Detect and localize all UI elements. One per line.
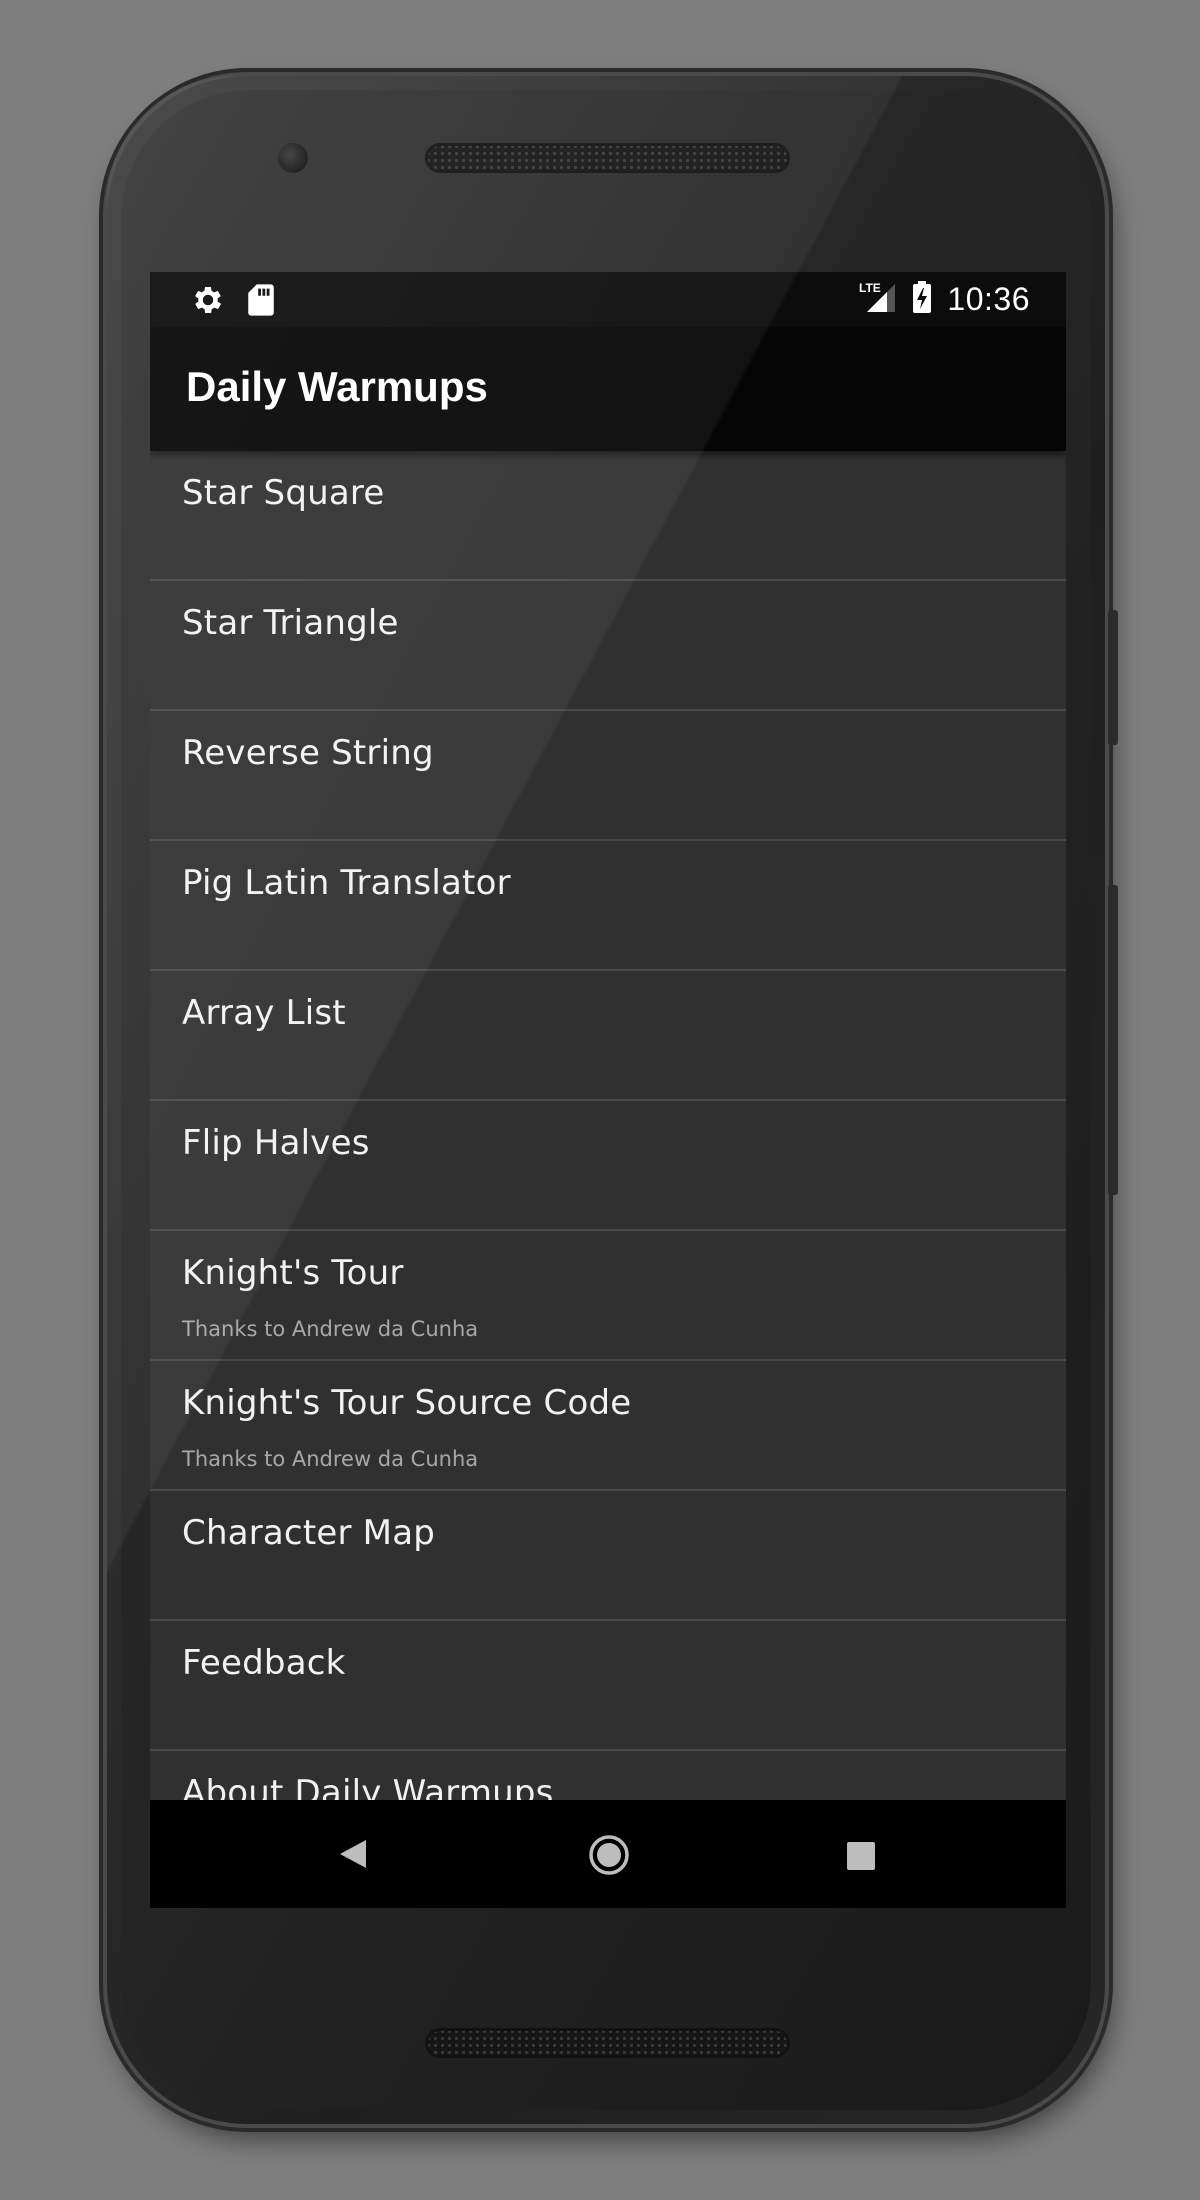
navigation-bar [150,1800,1066,1908]
list-item[interactable]: Star Triangle [150,581,1066,711]
list-item-title: Feedback [182,1643,346,1683]
list-item[interactable]: Array List [150,971,1066,1101]
list-item[interactable]: Star Square [150,451,1066,581]
list-item[interactable]: Reverse String [150,711,1066,841]
lte-signal-icon: LTE [857,280,897,318]
list-item-subtitle: Thanks to Andrew da Cunha [182,1447,479,1471]
status-bar: LTE 10:36 [150,272,1066,327]
screen: LTE 10:36 Daily Warmups Star Square Star [150,272,1066,1908]
list-item[interactable]: Knight's Tour Thanks to Andrew da Cunha [150,1231,1066,1361]
bottom-speaker-grille [425,2028,790,2058]
list-item[interactable]: Feedback [150,1621,1066,1751]
power-button [1108,610,1118,745]
list-item[interactable]: Pig Latin Translator [150,841,1066,971]
app-bar: Daily Warmups [150,327,1066,451]
list-item[interactable]: Flip Halves [150,1101,1066,1231]
back-icon[interactable] [338,1838,368,1874]
app-title: Daily Warmups [186,363,488,410]
sd-card-icon [246,283,276,321]
list-item-title: Star Triangle [182,603,399,643]
list-item-title: Knight's Tour [182,1253,404,1293]
list-item[interactable]: Knight's Tour Source Code Thanks to Andr… [150,1361,1066,1491]
svg-text:LTE: LTE [859,281,881,295]
list-item-title: Character Map [182,1513,436,1553]
warmups-list: Star Square Star Triangle Reverse String… [150,451,1066,1881]
home-icon[interactable] [588,1834,630,1880]
list-item-title: Reverse String [182,733,434,773]
list-item[interactable]: Character Map [150,1491,1066,1621]
settings-icon [190,282,226,322]
list-item-title: Array List [182,993,346,1033]
battery-charging-icon [911,280,933,318]
list-item-title: Flip Halves [182,1123,370,1163]
volume-button [1108,885,1118,1195]
list-item-title: Star Square [182,473,385,513]
status-time: 10:36 [947,280,1030,317]
front-camera [278,143,308,173]
top-speaker-grille [425,143,790,173]
recents-icon[interactable] [847,1842,875,1870]
list-item-subtitle: Thanks to Andrew da Cunha [182,1317,479,1341]
list-item-title: Pig Latin Translator [182,863,511,903]
list-item-title: Knight's Tour Source Code [182,1383,632,1423]
